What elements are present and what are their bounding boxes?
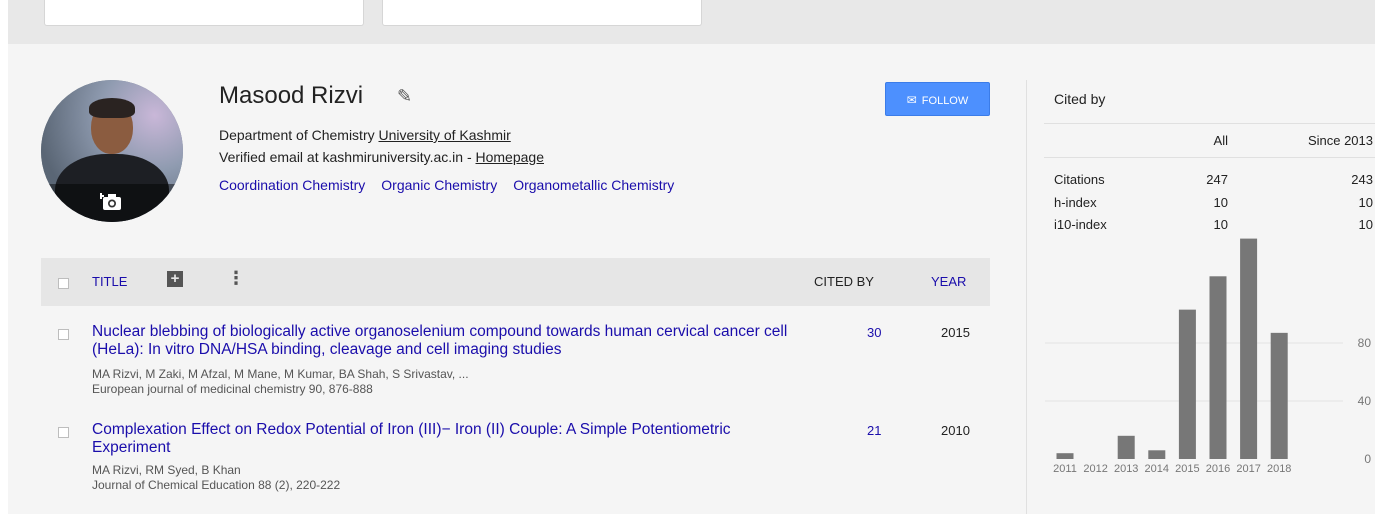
- citations-bar-chart: 0 40 80 2011 2012 2013 2014 2015 2016 2017 2018: [1045, 238, 1372, 475]
- chart-x-tick-label: 2012: [1083, 463, 1107, 475]
- chart-x-tick-label: 2015: [1175, 463, 1199, 475]
- chart-bar[interactable]: [1209, 276, 1227, 459]
- chart-y-tick-label: 80: [1358, 336, 1372, 350]
- chart-x-tick-label: 2011: [1053, 463, 1077, 475]
- chart-y-tick-label: 40: [1358, 394, 1372, 408]
- chart-bar[interactable]: [1270, 332, 1288, 459]
- chart-x-tick-label: 2018: [1267, 463, 1291, 475]
- chart-bar[interactable]: [1148, 450, 1166, 459]
- chart-y-tick-label: 0: [1364, 452, 1371, 466]
- chart-bar[interactable]: [1117, 435, 1135, 459]
- chart-bar[interactable]: [1178, 309, 1196, 459]
- chart-x-tick-label: 2016: [1206, 463, 1230, 475]
- chart-x-tick-label: 2017: [1236, 463, 1260, 475]
- chart-bar[interactable]: [1240, 238, 1258, 459]
- chart-bar[interactable]: [1056, 453, 1074, 459]
- chart-x-tick-label: 2013: [1114, 463, 1138, 475]
- chart-x-tick-label: 2014: [1145, 463, 1169, 475]
